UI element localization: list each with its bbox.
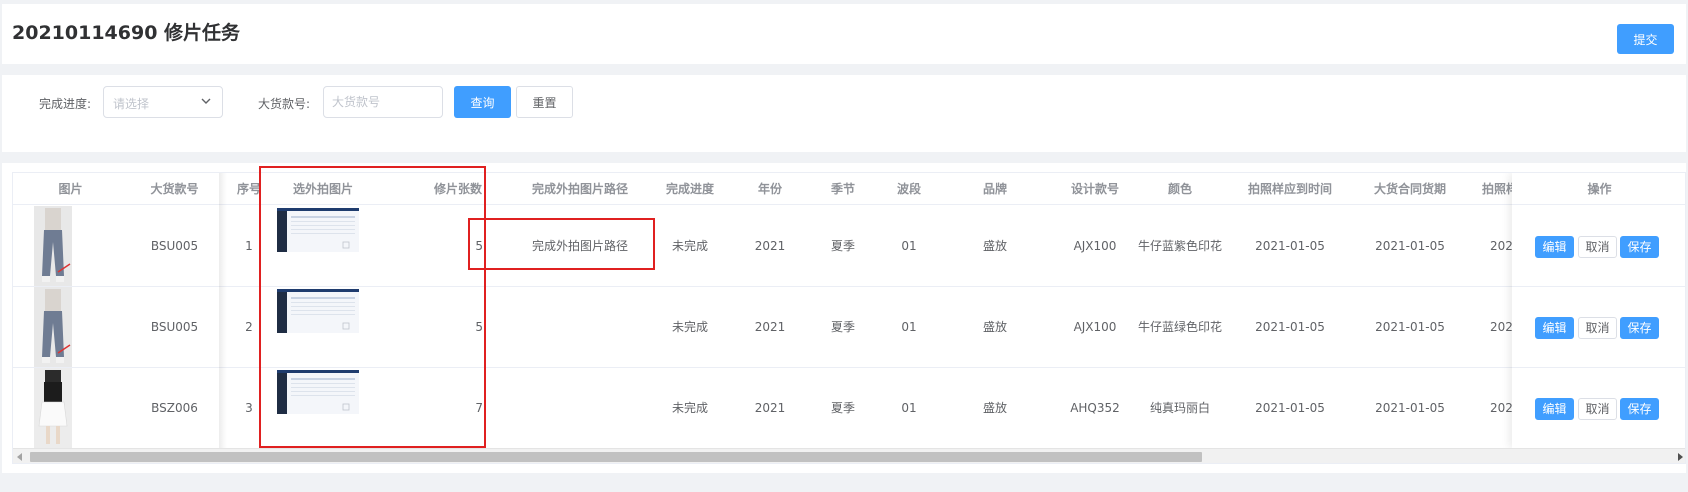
edit-button[interactable]: 编辑 — [1535, 398, 1574, 420]
product-photo[interactable] — [34, 287, 72, 367]
cell-progress: 未完成 — [671, 320, 708, 334]
col-header-year: 年份 — [757, 182, 782, 196]
fixed-left-shadow — [219, 173, 227, 448]
cell-done-path: 完成外拍图片路径 — [531, 239, 628, 253]
col-header-operations: 操作 — [1512, 173, 1685, 205]
scroll-left-arrow-icon[interactable] — [17, 453, 22, 461]
edit-button[interactable]: 编辑 — [1535, 236, 1574, 258]
cell-brand: 盛放 — [982, 239, 1007, 253]
col-header-style-no: 大货款号 — [150, 182, 199, 196]
cancel-button[interactable]: 取消 — [1578, 236, 1617, 258]
horizontal-scrollbar[interactable] — [13, 448, 1685, 463]
table-row: BSU005 2 5 未完成 2021 夏季 01 盛放 AJX100 牛仔蓝绿… — [13, 287, 1685, 368]
product-photo[interactable] — [34, 368, 72, 448]
style-filter-label: 大货款号: — [258, 97, 311, 111]
cancel-button[interactable]: 取消 — [1578, 398, 1617, 420]
table-row: BSZ006 3 7 未完成 2021 夏季 01 盛放 AHQ352 纯真玛丽… — [13, 368, 1685, 449]
cell-style-no: BSZ006 — [151, 401, 198, 415]
table-row: BSU005 1 5 完成外拍图片路径 未完成 2021 夏季 01 盛放 AJ… — [13, 206, 1685, 287]
cell-style-no: BSU005 — [150, 239, 199, 253]
table-header: 图片 大货款号 序号 选外拍图片 修片张数 完成外拍图片路径 完成进度 年份 季… — [13, 173, 1685, 205]
col-header-season: 季节 — [830, 182, 855, 196]
query-button[interactable]: 查询 — [454, 86, 511, 118]
cell-color: 牛仔蓝紫色印花 — [1137, 239, 1222, 253]
header-card: 20210114690 修片任务 提交 — [2, 4, 1686, 64]
operations-cell: 编辑 取消 保存 — [1512, 287, 1685, 368]
style-number-input[interactable] — [323, 86, 443, 118]
cell-done-path — [505, 287, 655, 368]
cell-year: 2021 — [754, 401, 786, 415]
cell-season: 夏季 — [830, 320, 855, 334]
cell-color: 纯真玛丽白 — [1149, 401, 1210, 415]
cell-year: 2021 — [754, 239, 786, 253]
col-header-sample-due: 拍照样应到时间 — [1247, 182, 1332, 196]
cell-contract-due: 2021-01-05 — [1375, 401, 1445, 415]
cell-seq: 1 — [245, 239, 253, 253]
cell-contract-due: 2021-01-05 — [1375, 239, 1445, 253]
operations-cell: 编辑 取消 保存 — [1512, 368, 1685, 449]
edit-button[interactable]: 编辑 — [1535, 317, 1574, 339]
col-header-done-path: 完成外拍图片路径 — [531, 182, 628, 196]
operations-cell: 编辑 取消 保存 — [1512, 206, 1685, 287]
cell-done-path — [505, 368, 655, 449]
cell-color: 牛仔蓝绿色印花 — [1137, 320, 1222, 334]
cell-band: 01 — [901, 239, 917, 253]
table-card: 图片 大货款号 序号 选外拍图片 修片张数 完成外拍图片路径 完成进度 年份 季… — [2, 163, 1686, 473]
progress-select[interactable]: 请选择 — [103, 86, 223, 118]
cell-progress: 未完成 — [671, 401, 708, 415]
col-header-image: 图片 — [58, 182, 83, 196]
cell-style-no: BSU005 — [150, 320, 199, 334]
cell-year: 2021 — [754, 320, 786, 334]
reset-button[interactable]: 重置 — [516, 86, 573, 118]
cell-band: 01 — [901, 401, 917, 415]
product-photo[interactable] — [34, 206, 72, 286]
cell-brand: 盛放 — [982, 401, 1007, 415]
cell-season: 夏季 — [830, 239, 855, 253]
filter-card: 完成进度: 请选择 大货款号: 查询 重置 — [2, 75, 1686, 152]
cell-retouch-count: 7 — [475, 401, 483, 415]
scrollbar-thumb[interactable] — [30, 452, 1202, 462]
operations-column: 操作 编辑 取消 保存 编辑 取消 保存 编辑 取消 保存 — [1512, 173, 1685, 449]
scroll-right-arrow-icon[interactable] — [1678, 453, 1683, 461]
cell-retouch-count: 5 — [475, 239, 483, 253]
cancel-button[interactable]: 取消 — [1578, 317, 1617, 339]
page-title: 20210114690 修片任务 — [12, 22, 241, 44]
photo-thumbnail[interactable] — [277, 289, 359, 333]
task-table: 图片 大货款号 序号 选外拍图片 修片张数 完成外拍图片路径 完成进度 年份 季… — [12, 172, 1686, 464]
cell-season: 夏季 — [830, 401, 855, 415]
chevron-down-icon — [201, 98, 211, 104]
col-header-brand: 品牌 — [982, 182, 1007, 196]
progress-select-placeholder: 请选择 — [113, 97, 150, 111]
cell-band: 01 — [901, 320, 917, 334]
submit-button[interactable]: 提交 — [1617, 24, 1674, 54]
cell-seq: 3 — [245, 401, 253, 415]
col-header-select-photo: 选外拍图片 — [292, 182, 353, 196]
cell-sample-due: 2021-01-05 — [1255, 239, 1325, 253]
photo-thumbnail[interactable] — [277, 370, 359, 414]
cell-progress: 未完成 — [671, 239, 708, 253]
cell-seq: 2 — [245, 320, 253, 334]
cell-contract-due: 2021-01-05 — [1375, 320, 1445, 334]
save-button[interactable]: 保存 — [1620, 317, 1659, 339]
cell-retouch-count: 5 — [475, 320, 483, 334]
save-button[interactable]: 保存 — [1620, 236, 1659, 258]
col-header-seq: 序号 — [236, 182, 261, 196]
col-header-color: 颜色 — [1167, 182, 1192, 196]
col-header-band: 波段 — [896, 182, 921, 196]
save-button[interactable]: 保存 — [1620, 398, 1659, 420]
photo-thumbnail[interactable] — [277, 208, 359, 252]
col-header-progress: 完成进度 — [665, 182, 714, 196]
cell-brand: 盛放 — [982, 320, 1007, 334]
col-header-retouch-count: 修片张数 — [433, 182, 482, 196]
cell-sample-due: 2021-01-05 — [1255, 320, 1325, 334]
cell-sample-due: 2021-01-05 — [1255, 401, 1325, 415]
progress-filter-label: 完成进度: — [39, 97, 92, 111]
col-header-contract-due: 大货合同货期 — [1373, 182, 1446, 196]
